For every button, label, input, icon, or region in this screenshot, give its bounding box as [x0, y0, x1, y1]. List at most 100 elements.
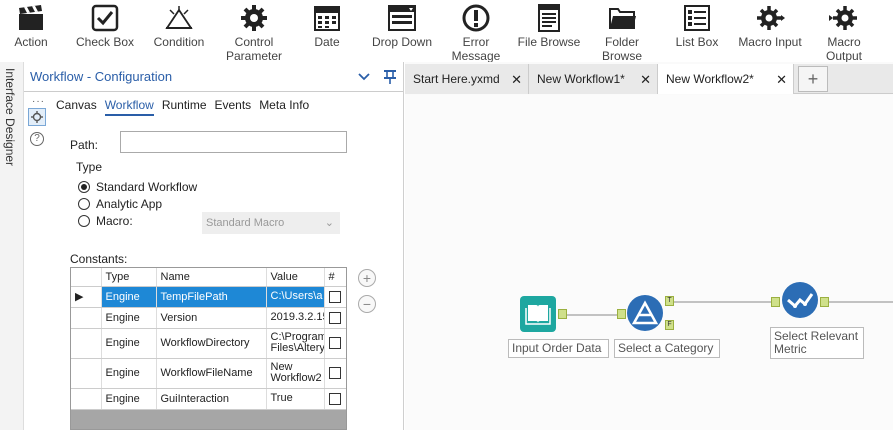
config-title: Workflow - Configuration	[30, 69, 173, 84]
macro-type-select[interactable]: Standard Macro ⌄	[202, 212, 340, 234]
filter-tool[interactable]	[627, 295, 663, 331]
remove-constant-button[interactable]: −	[358, 295, 376, 313]
tool-label: Date	[314, 35, 340, 49]
tab-workflow[interactable]: Workflow	[104, 98, 154, 116]
row-selector[interactable]	[71, 388, 102, 410]
workflow-canvas-area: Start Here.yxmd ✕ New Workflow1* ✕ New W…	[405, 62, 893, 430]
macro-output-icon	[829, 3, 859, 33]
settings-gear-icon[interactable]	[28, 108, 46, 126]
tool-folder-browse[interactable]: Folder Browse	[582, 0, 662, 63]
row-selector[interactable]	[71, 307, 102, 329]
pin-icon[interactable]	[377, 69, 403, 85]
document-tabs: Start Here.yxmd ✕ New Workflow1* ✕ New W…	[405, 64, 893, 94]
row-selector[interactable]	[71, 328, 102, 359]
checkbox[interactable]	[328, 392, 341, 405]
cell-name: GuiInteraction	[156, 388, 267, 410]
macro-input-icon	[755, 3, 785, 33]
tab-meta-info[interactable]: Meta Info	[259, 98, 309, 116]
cell-checkbox[interactable]	[324, 358, 346, 389]
interface-designer-label: Interface Designer	[3, 68, 17, 167]
checkbox[interactable]	[328, 367, 341, 380]
select-tool[interactable]	[782, 282, 818, 318]
cell-checkbox[interactable]	[324, 388, 346, 410]
output-connector[interactable]	[558, 309, 567, 319]
table-row[interactable]: Engine WorkflowFileName New Workflow2	[71, 358, 346, 389]
tool-list-box[interactable]: List Box	[657, 0, 737, 49]
error-icon	[461, 3, 491, 33]
cell-value[interactable]: C:\Program Files\Altery	[266, 328, 325, 359]
cell-checkbox[interactable]	[324, 307, 346, 329]
radio-label: Standard Workflow	[96, 180, 198, 194]
radio-button[interactable]	[78, 181, 90, 193]
input-connector[interactable]	[771, 297, 780, 307]
interface-designer-strip[interactable]: Interface Designer	[0, 62, 24, 430]
tool-error-message[interactable]: Error Message	[436, 0, 516, 63]
add-constant-button[interactable]: +	[358, 269, 376, 287]
table-row[interactable]: ▶ Engine TempFilePath C:\Users\a	[71, 286, 346, 308]
radio-macro[interactable]: Macro:	[78, 214, 133, 228]
close-icon[interactable]: ✕	[640, 72, 651, 88]
path-input[interactable]	[120, 131, 347, 153]
tool-macro-output[interactable]: Macro Output	[804, 0, 884, 63]
cell-value[interactable]: C:\Users\a	[266, 286, 325, 308]
filter-icon	[632, 300, 658, 325]
tab-start-here[interactable]: Start Here.yxmd ✕	[405, 64, 529, 94]
radio-analytic-app[interactable]: Analytic App	[78, 197, 162, 211]
radio-button[interactable]	[78, 215, 90, 227]
row-selector-arrow-icon[interactable]: ▶	[71, 286, 102, 308]
workflow-canvas[interactable]: Input Order Data T F Select a Category S…	[405, 95, 893, 430]
output-connector[interactable]	[820, 297, 829, 307]
input-connector[interactable]	[617, 309, 626, 319]
tab-runtime[interactable]: Runtime	[162, 98, 207, 116]
true-output-connector[interactable]: T	[665, 296, 674, 306]
tool-action[interactable]: Action	[0, 0, 71, 49]
table-row[interactable]: Engine GuiInteraction True	[71, 388, 346, 410]
tab-label: New Workflow2*	[666, 72, 754, 86]
input-order-data-tool[interactable]	[520, 296, 556, 332]
tool-control-parameter[interactable]: Control Parameter	[214, 0, 294, 63]
clapperboard-icon	[16, 3, 46, 33]
table-row[interactable]: Engine WorkflowDirectory C:\Program File…	[71, 328, 346, 359]
config-side-icons: ··· ?	[24, 92, 50, 430]
folder-icon	[607, 3, 637, 33]
tool-check-box[interactable]: Check Box	[65, 0, 145, 49]
cell-value[interactable]: True	[266, 388, 325, 410]
tool-label: Condition	[153, 35, 205, 49]
radio-button[interactable]	[78, 198, 90, 210]
constants-label: Constants:	[70, 252, 128, 266]
checkbox[interactable]	[328, 337, 341, 350]
close-icon[interactable]: ✕	[511, 72, 522, 88]
checkbox[interactable]	[328, 311, 341, 324]
column-header-type[interactable]: Type	[101, 268, 157, 287]
condition-icon	[164, 3, 194, 33]
cell-checkbox[interactable]	[324, 328, 346, 359]
tool-file-browse[interactable]: File Browse	[509, 0, 589, 49]
new-tab-button[interactable]: +	[798, 66, 828, 92]
help-icon[interactable]: ?	[30, 132, 44, 146]
false-output-connector[interactable]: F	[665, 320, 674, 330]
cell-value[interactable]: New Workflow2	[266, 358, 325, 389]
radio-standard-workflow[interactable]: Standard Workflow	[78, 180, 197, 194]
tab-canvas[interactable]: Canvas	[56, 98, 97, 116]
file-icon	[534, 3, 564, 33]
tool-macro-input[interactable]: Macro Input	[730, 0, 810, 49]
more-dots-icon[interactable]: ···	[32, 96, 45, 107]
cell-value[interactable]: 2019.3.2.15	[266, 307, 325, 329]
checkbox[interactable]	[328, 290, 341, 303]
close-icon[interactable]: ✕	[776, 72, 787, 88]
tab-events[interactable]: Events	[215, 98, 252, 116]
tab-new-workflow1[interactable]: New Workflow1* ✕	[529, 64, 658, 94]
chevron-down-icon[interactable]	[351, 72, 377, 81]
cell-type: Engine	[101, 307, 157, 329]
table-row[interactable]: Engine Version 2019.3.2.15	[71, 307, 346, 329]
row-selector[interactable]	[71, 358, 102, 389]
column-header-hash[interactable]: #	[324, 268, 346, 287]
cell-checkbox[interactable]	[324, 286, 346, 308]
cell-name: WorkflowFileName	[156, 358, 267, 389]
tool-condition[interactable]: Condition	[139, 0, 219, 49]
column-header-value[interactable]: Value	[266, 268, 325, 287]
tool-date[interactable]: Date	[287, 0, 367, 49]
column-header-name[interactable]: Name	[156, 268, 267, 287]
tool-drop-down[interactable]: Drop Down	[362, 0, 442, 49]
tab-new-workflow2[interactable]: New Workflow2* ✕	[658, 64, 794, 94]
